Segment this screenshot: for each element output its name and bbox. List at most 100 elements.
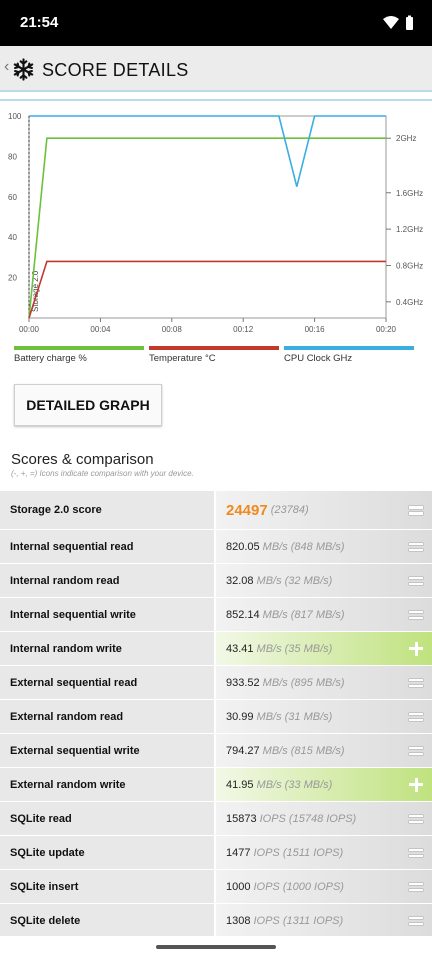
row-label: SQLite update <box>0 836 215 869</box>
row-value-cell: 933.52 MB/s (895 MB/s) <box>216 666 432 699</box>
row-value-cell: 32.08 MB/s (32 MB/s) <box>216 564 432 597</box>
row-value-cell: 820.05 MB/s (848 MB/s) <box>216 530 432 563</box>
equal-icon <box>408 502 424 518</box>
row-value: 820.05 <box>226 540 260 553</box>
table-row: External random read 30.99 MB/s (31 MB/s) <box>0 700 432 734</box>
row-value-cell: 24497 (23784) <box>216 491 432 529</box>
table-row: SQLite update 1477 IOPS (1511 IOPS) <box>0 836 432 870</box>
legend-label: Temperature °C <box>149 353 216 364</box>
home-gesture-handle[interactable] <box>156 945 276 949</box>
row-value: 15873 <box>226 812 257 825</box>
chevron-left-icon[interactable]: ‹ <box>4 58 9 76</box>
scores-title: Scores & comparison <box>11 451 154 468</box>
legend-swatch <box>14 346 144 350</box>
equal-icon <box>408 709 424 725</box>
row-value-cell: 1477 IOPS (1511 IOPS) <box>216 836 432 869</box>
snowflake-icon <box>13 58 34 81</box>
row-label: Internal sequential write <box>0 598 215 631</box>
navigation-bar <box>0 936 432 960</box>
y-left-tick-label: 100 <box>8 112 22 121</box>
table-row: SQLite read 15873 IOPS (15748 IOPS) <box>0 802 432 836</box>
y-left-tick-label: 80 <box>8 152 17 161</box>
row-value-cell: 794.27 MB/s (815 MB/s) <box>216 734 432 767</box>
x-tick-label: 00:08 <box>162 325 183 334</box>
row-comparison: MB/s (848 MB/s) <box>262 540 345 553</box>
page-title: SCORE DETAILS <box>42 60 189 80</box>
table-row: Internal random read 32.08 MB/s (32 MB/s) <box>0 564 432 598</box>
row-label: SQLite delete <box>0 904 215 937</box>
row-value-cell: 1000 IOPS (1000 IOPS) <box>216 870 432 903</box>
row-comparison: MB/s (815 MB/s) <box>262 744 345 757</box>
row-comparison: IOPS (15748 IOPS) <box>259 812 357 825</box>
row-comparison: MB/s (35 MB/s) <box>256 642 333 655</box>
row-value: 1477 <box>226 846 251 859</box>
row-label: External random read <box>0 700 215 733</box>
row-value: 1000 <box>226 880 251 893</box>
row-comparison: IOPS (1311 IOPS) <box>253 914 344 927</box>
row-value: 1308 <box>226 914 251 927</box>
equal-icon <box>408 743 424 759</box>
table-row: SQLite insert 1000 IOPS (1000 IOPS) <box>0 870 432 904</box>
legend-swatch <box>149 346 279 350</box>
row-comparison: IOPS (1000 IOPS) <box>253 880 344 893</box>
table-row: Internal sequential read 820.05 MB/s (848 … <box>0 530 432 564</box>
scores-subtitle: (-, +, =) Icons indicate comparison with… <box>11 469 194 478</box>
plus-icon <box>408 641 424 657</box>
row-value: 852.14 <box>226 608 260 621</box>
detailed-graph-button[interactable]: DETAILED GRAPH <box>14 384 162 426</box>
row-value: 933.52 <box>226 676 260 689</box>
equal-icon <box>408 573 424 589</box>
row-value: 794.27 <box>226 744 260 757</box>
row-label: SQLite insert <box>0 870 215 903</box>
status-bar: 21:54 <box>0 0 432 46</box>
x-tick-label: 00:20 <box>376 325 397 334</box>
x-tick-label: 00:12 <box>233 325 254 334</box>
equal-icon <box>408 607 424 623</box>
legend-label: CPU Clock GHz <box>284 353 352 364</box>
legend-label: Battery charge % <box>14 353 87 364</box>
equal-icon <box>408 913 424 929</box>
x-tick-label: 00:00 <box>19 325 40 334</box>
legend-swatch <box>284 346 414 350</box>
wifi-battery-icon <box>383 15 413 30</box>
equal-icon <box>408 811 424 827</box>
row-label: Internal random write <box>0 632 215 665</box>
row-comparison: MB/s (32 MB/s) <box>256 574 333 587</box>
chart-svg: 20 40 60 80 100 0.4GHz 0.8GHz 1.2GHz 1.6GHz 2GHz 0… <box>0 99 432 364</box>
row-comparison: MB/s (817 MB/s) <box>262 608 345 621</box>
y-right-tick-label: 1.2GHz <box>396 225 423 234</box>
row-comparison: MB/s (33 MB/s) <box>256 778 333 791</box>
row-label: External random write <box>0 768 215 801</box>
row-value-cell: 30.99 MB/s (31 MB/s) <box>216 700 432 733</box>
series-line <box>28 137 386 319</box>
series-line <box>28 260 386 319</box>
status-time: 21:54 <box>20 14 59 31</box>
table-row: External sequential write 794.27 MB/s (815… <box>0 734 432 768</box>
y-right-tick-label: 1.6GHz <box>396 189 423 198</box>
plot-frame <box>28 115 387 319</box>
equal-icon <box>408 845 424 861</box>
y-right-tick-label: 0.8GHz <box>396 261 423 270</box>
row-value: 30.99 <box>226 710 254 723</box>
scores-table: Storage 2.0 score 24497 (23784) Internal se… <box>0 491 432 938</box>
row-value: 24497 <box>226 501 268 519</box>
row-label: Storage 2.0 score <box>0 491 215 529</box>
row-label: Internal random read <box>0 564 215 597</box>
equal-icon <box>408 539 424 555</box>
x-tick-label: 00:04 <box>90 325 111 334</box>
y-left-tick-label: 20 <box>8 274 17 283</box>
table-row: Internal sequential write 852.14 MB/s (817… <box>0 598 432 632</box>
table-row: SQLite delete 1308 IOPS (1311 IOPS) <box>0 904 432 938</box>
series-line <box>29 115 386 187</box>
performance-chart: 20 40 60 80 100 0.4GHz 0.8GHz 1.2GHz 1.6GHz 2GHz 0… <box>0 96 432 366</box>
plus-icon <box>408 777 424 793</box>
row-label: External sequential write <box>0 734 215 767</box>
equal-icon <box>408 879 424 895</box>
row-value-cell: 852.14 MB/s (817 MB/s) <box>216 598 432 631</box>
row-value: 43.41 <box>226 642 254 655</box>
row-value: 32.08 <box>226 574 254 587</box>
row-comparison: MB/s (895 MB/s) <box>262 676 345 689</box>
table-row: External sequential read 933.52 MB/s (895 … <box>0 666 432 700</box>
row-label: External sequential read <box>0 666 215 699</box>
row-comparison: MB/s (31 MB/s) <box>256 710 333 723</box>
